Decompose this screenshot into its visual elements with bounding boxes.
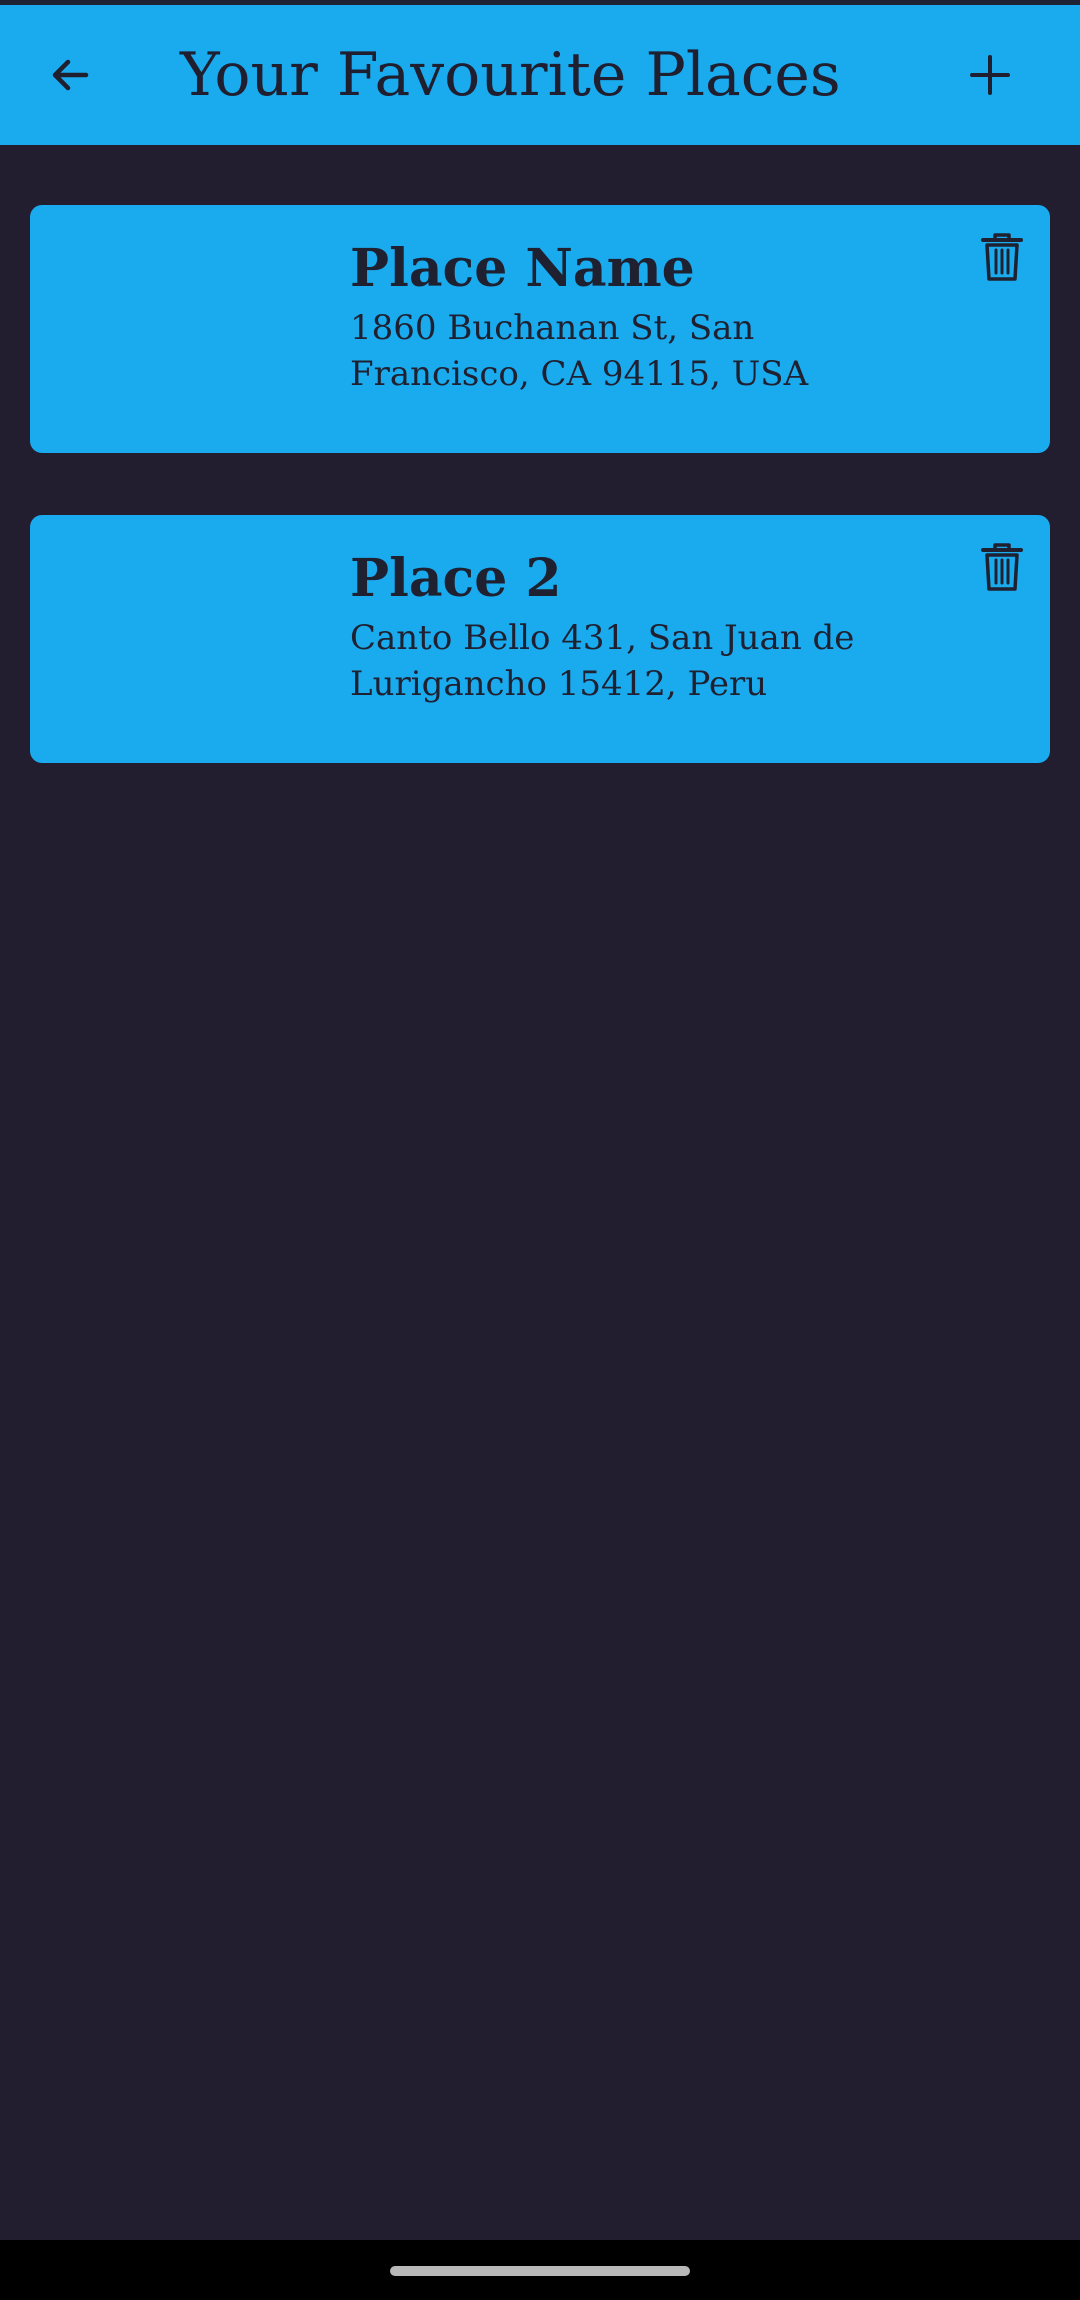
- back-button[interactable]: [30, 35, 110, 115]
- place-thumbnail: [30, 205, 330, 453]
- place-card[interactable]: Place Name 1860 Buchanan St, San Francis…: [30, 205, 1050, 453]
- home-gesture-handle[interactable]: [390, 2266, 690, 2276]
- delete-place-button[interactable]: [970, 225, 1034, 289]
- page-title: Your Favourite Places: [180, 40, 841, 110]
- place-name: Place Name: [350, 238, 695, 299]
- place-address: Canto Bello 431, San Juan de Lurigancho …: [350, 618, 855, 704]
- arrow-back-icon: [52, 59, 89, 91]
- plus-icon: [970, 55, 1010, 95]
- add-place-button[interactable]: [950, 35, 1030, 115]
- place-address: 1860 Buchanan St, San Francisco, CA 9411…: [350, 308, 809, 394]
- place-name: Place 2: [350, 548, 562, 609]
- app-bar: Your Favourite Places: [0, 5, 1080, 145]
- place-card[interactable]: Place 2 Canto Bello 431, San Juan de Lur…: [30, 515, 1050, 763]
- trash-icon: [981, 543, 1023, 591]
- place-thumbnail: [30, 515, 330, 763]
- delete-place-button[interactable]: [970, 535, 1034, 599]
- trash-icon: [981, 233, 1023, 281]
- system-navigation-bar: [0, 2240, 1080, 2300]
